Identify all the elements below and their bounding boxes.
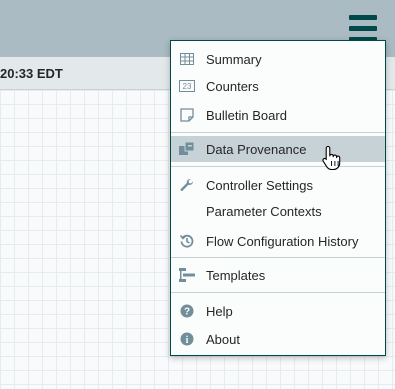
svg-text:?: ? [184,307,190,318]
history-icon [179,233,195,249]
menu-item-label: Bulletin Board [206,108,287,123]
menu-item-label: Parameter Contexts [206,204,322,219]
menu-separator [171,257,385,258]
template-icon [179,267,195,283]
menu-separator [171,132,385,133]
menu-item-summary[interactable]: Summary [171,46,385,72]
global-menu-dropdown: Summary 23 Counters Bulletin Board Data … [170,40,386,356]
menu-item-label: Templates [206,268,266,283]
menu-item-counters[interactable]: 23 Counters [171,73,385,99]
menu-item-flow-configuration-history[interactable]: Flow Configuration History [171,228,385,254]
menu-item-bulletin-board[interactable]: Bulletin Board [171,102,385,128]
svg-text:23: 23 [183,82,192,91]
info-icon: i [179,331,195,347]
hamburger-menu-icon[interactable] [349,15,377,43]
menu-item-label: Data Provenance [206,142,307,157]
menu-item-label: Counters [206,79,259,94]
menu-item-help[interactable]: ? Help [171,298,385,324]
sticky-note-icon [179,107,195,123]
hand-pointer-cursor-icon [322,145,342,171]
menu-separator [171,166,385,167]
svg-text:i: i [186,335,189,346]
menu-item-templates[interactable]: Templates [171,262,385,288]
help-icon: ? [179,303,195,319]
menu-separator [171,292,385,293]
table-icon [179,51,195,67]
menu-item-label: Flow Configuration History [206,234,359,249]
provenance-icon [179,141,195,157]
wrench-icon [179,177,195,193]
menu-item-label: About [206,332,240,347]
menu-item-about[interactable]: i About [171,326,385,352]
menu-item-label: Summary [206,52,262,67]
menu-item-controller-settings[interactable]: Controller Settings [171,172,385,198]
menu-item-data-provenance[interactable]: Data Provenance [171,136,385,162]
menu-item-parameter-contexts[interactable]: Parameter Contexts [171,198,385,224]
counter-icon: 23 [179,78,195,94]
status-time: 20:33 EDT [0,66,63,81]
menu-item-label: Help [206,304,233,319]
menu-item-label: Controller Settings [206,178,313,193]
